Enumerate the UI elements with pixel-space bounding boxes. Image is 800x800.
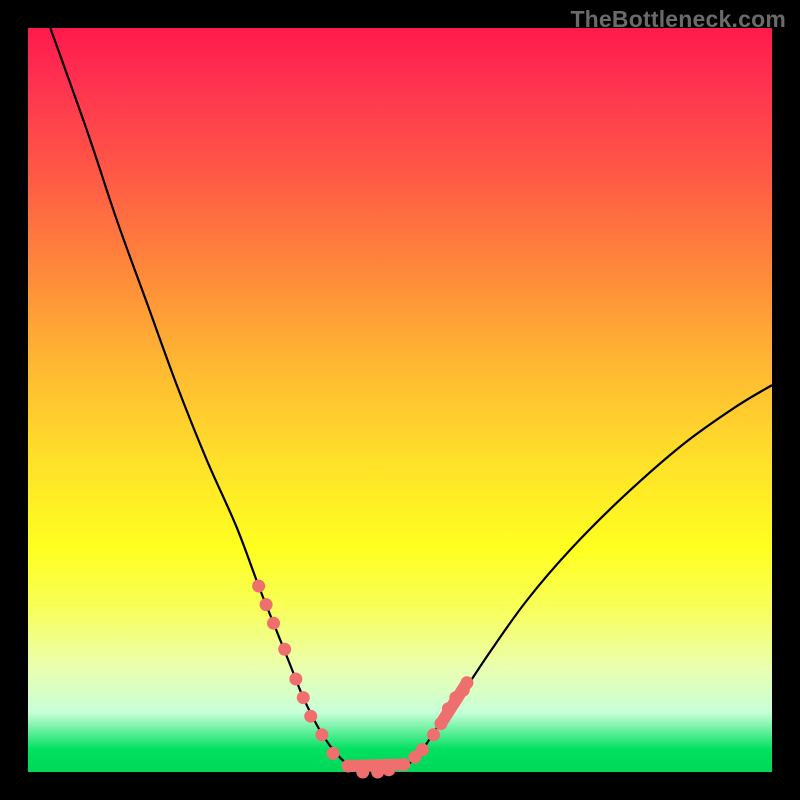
marker-dot <box>382 763 395 776</box>
marker-dot <box>416 743 429 756</box>
marker-dot <box>356 766 369 779</box>
marker-dot <box>434 717 447 730</box>
marker-dot <box>304 710 317 723</box>
watermark-text: TheBottleneck.com <box>570 6 786 33</box>
marker-dot <box>289 673 302 686</box>
marker-dot <box>371 766 384 779</box>
marker-dot <box>427 728 440 741</box>
markers <box>252 580 473 779</box>
marker-dot <box>252 580 265 593</box>
marker-segments <box>348 683 467 766</box>
marker-dot <box>327 747 340 760</box>
marker-dot <box>297 691 310 704</box>
chart-svg <box>28 28 772 772</box>
marker-dot <box>260 598 273 611</box>
marker-dot <box>267 617 280 630</box>
marker-dot <box>315 728 328 741</box>
marker-dot <box>460 676 473 689</box>
bottleneck-curve <box>50 28 772 773</box>
marker-dot <box>397 758 410 771</box>
plot-area <box>28 28 772 772</box>
marker-dot <box>442 702 455 715</box>
marker-dot <box>278 643 291 656</box>
marker-dot <box>341 760 354 773</box>
